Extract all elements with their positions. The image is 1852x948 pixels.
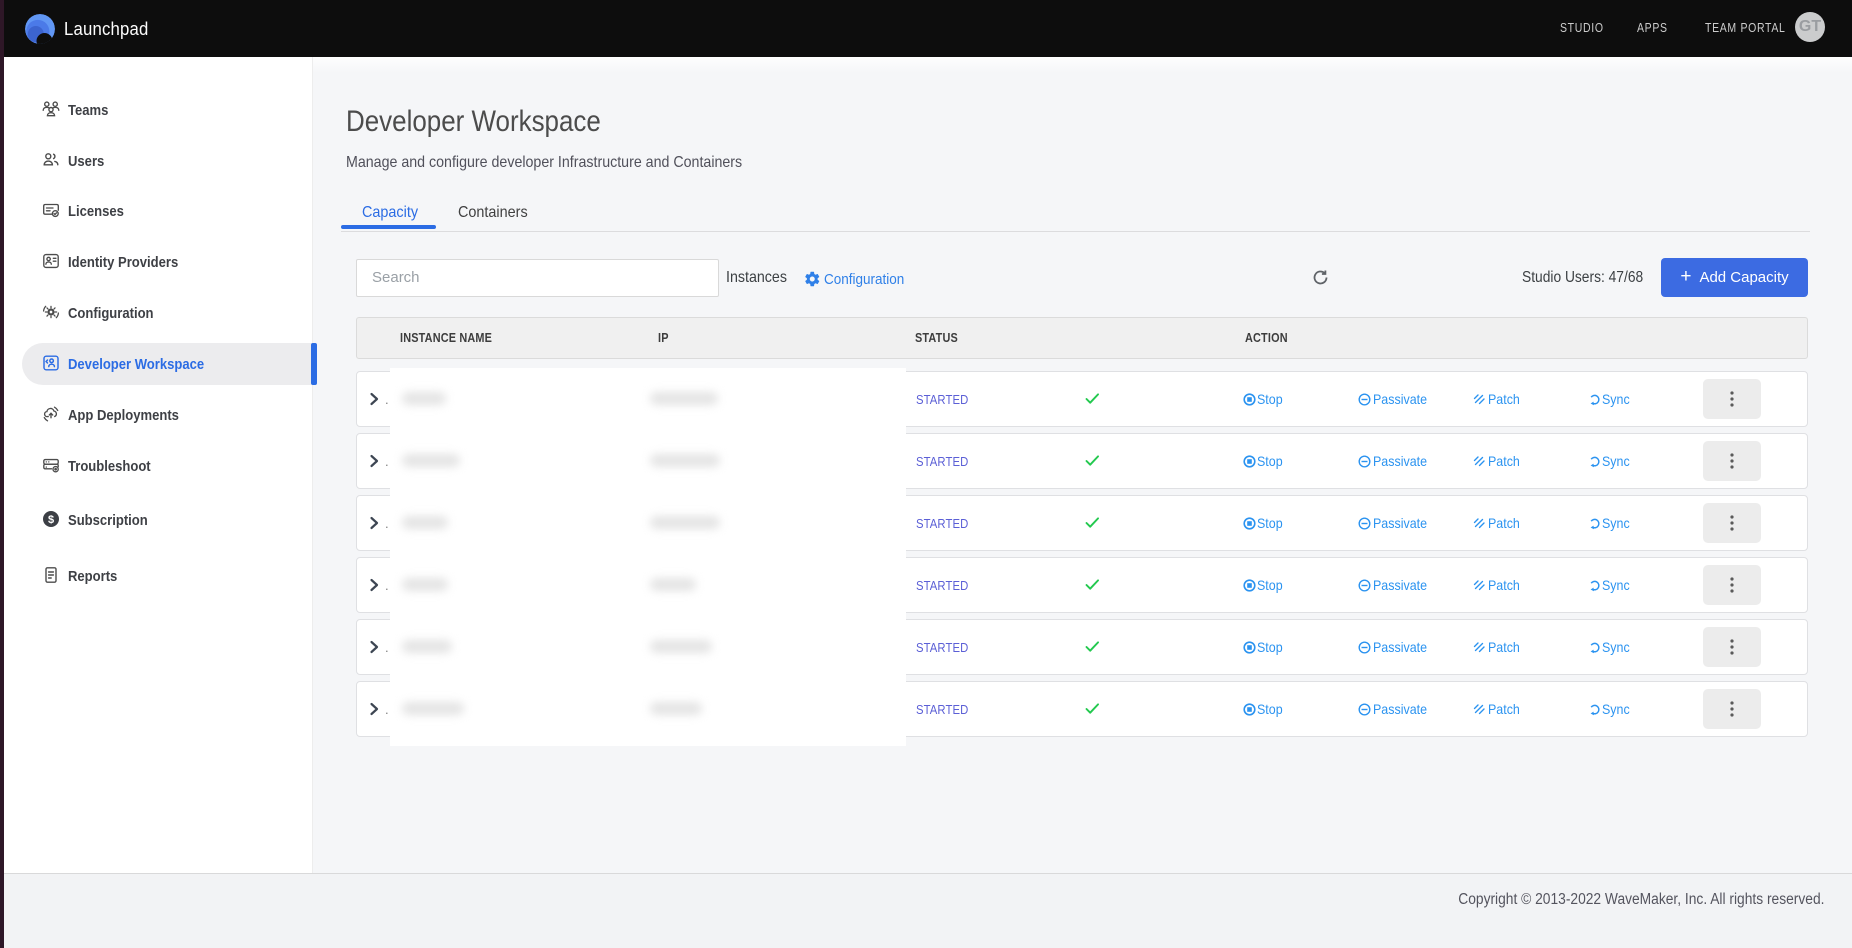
- svg-text:$: $: [48, 514, 54, 526]
